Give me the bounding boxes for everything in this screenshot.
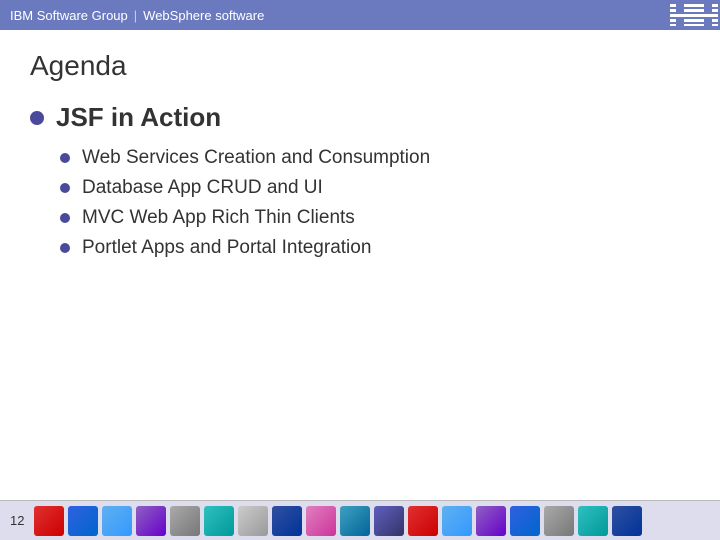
footer-icon-17 bbox=[578, 506, 608, 536]
header-title: IBM Software Group | WebSphere software bbox=[10, 8, 264, 23]
brand-label: IBM Software Group bbox=[10, 8, 128, 23]
sub-bullet bbox=[60, 183, 70, 193]
footer-icon-2 bbox=[68, 506, 98, 536]
sub-item-text: MVC Web App Rich Thin Clients bbox=[82, 207, 355, 229]
footer-icon-16 bbox=[544, 506, 574, 536]
list-item: Portlet Apps and Portal Integration bbox=[60, 237, 690, 259]
footer-icon-18 bbox=[612, 506, 642, 536]
ibm-logo bbox=[670, 4, 710, 26]
sub-bullet bbox=[60, 153, 70, 163]
sub-item-text: Portlet Apps and Portal Integration bbox=[82, 237, 371, 259]
footer-icon-strip bbox=[34, 506, 642, 536]
footer-icon-15 bbox=[510, 506, 540, 536]
sub-item-text: Database App CRUD and UI bbox=[82, 177, 323, 199]
footer-icon-6 bbox=[204, 506, 234, 536]
page-number: 12 bbox=[10, 513, 24, 528]
product-label: WebSphere software bbox=[143, 8, 264, 23]
footer-icon-9 bbox=[306, 506, 336, 536]
sub-bullet bbox=[60, 243, 70, 253]
page-title: Agenda bbox=[30, 50, 690, 82]
footer-icon-11 bbox=[374, 506, 404, 536]
header-bar: IBM Software Group | WebSphere software bbox=[0, 0, 720, 30]
footer: 12 bbox=[0, 500, 720, 540]
footer-icon-12 bbox=[408, 506, 438, 536]
sub-items-list: Web Services Creation and Consumption Da… bbox=[60, 147, 690, 259]
section-heading: JSF in Action bbox=[30, 102, 690, 133]
footer-icon-4 bbox=[136, 506, 166, 536]
footer-icon-13 bbox=[442, 506, 472, 536]
section-title: JSF in Action bbox=[56, 102, 221, 133]
section-bullet bbox=[30, 111, 44, 125]
footer-icon-10 bbox=[340, 506, 370, 536]
header-separator: | bbox=[134, 8, 137, 23]
sub-bullet bbox=[60, 213, 70, 223]
slide-content: Agenda JSF in Action Web Services Creati… bbox=[0, 30, 720, 269]
footer-icon-3 bbox=[102, 506, 132, 536]
footer-icon-5 bbox=[170, 506, 200, 536]
footer-icon-1 bbox=[34, 506, 64, 536]
list-item: Database App CRUD and UI bbox=[60, 177, 690, 199]
list-item: Web Services Creation and Consumption bbox=[60, 147, 690, 169]
footer-icon-8 bbox=[272, 506, 302, 536]
list-item: MVC Web App Rich Thin Clients bbox=[60, 207, 690, 229]
footer-icon-7 bbox=[238, 506, 268, 536]
footer-icon-14 bbox=[476, 506, 506, 536]
sub-item-text: Web Services Creation and Consumption bbox=[82, 147, 430, 169]
